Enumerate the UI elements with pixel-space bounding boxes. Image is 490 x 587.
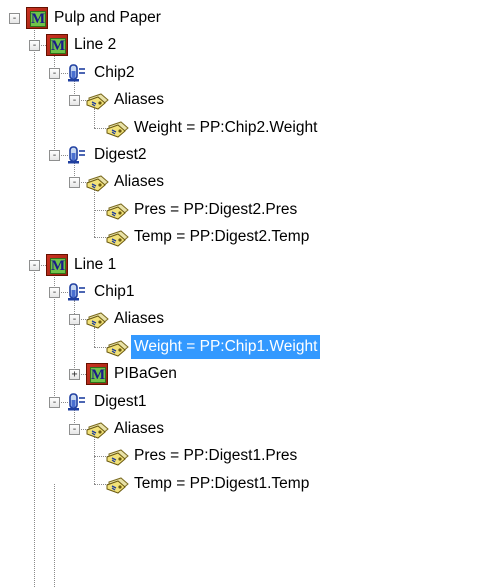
minus-icon: - [31, 40, 38, 52]
alias-tag-icon [106, 226, 129, 248]
minus-icon: - [51, 150, 58, 161]
module-icon: M [46, 253, 68, 276]
collapse-toggle[interactable]: - [69, 314, 80, 326]
tree-node-label-aliases[interactable]: Aliases [111, 307, 167, 331]
tree-node-label-aliases[interactable]: Aliases [111, 170, 167, 194]
tree-node-label-temp-pp-digest2-temp[interactable]: Temp = PP:Digest2.Temp [131, 225, 312, 249]
tree-node-label-pulp-and-paper[interactable]: Pulp and Paper [51, 6, 164, 30]
minus-icon: - [71, 424, 78, 435]
collapse-toggle[interactable]: - [29, 259, 40, 271]
tree-node-label-chip2[interactable]: Chip2 [91, 61, 138, 85]
tree-node-label-digest1[interactable]: Digest1 [91, 390, 150, 414]
tree-node-label-temp-pp-digest1-temp[interactable]: Temp = PP:Digest1.Temp [131, 472, 312, 496]
tree-node[interactable]: Weight = PP:Chip1.Weight [0, 334, 490, 363]
plus-icon: + [71, 369, 78, 381]
unit-icon [66, 281, 88, 303]
tree-node-label-pres-pp-digest1-pres[interactable]: Pres = PP:Digest1.Pres [131, 444, 300, 468]
alias-tag-icon [106, 117, 129, 139]
tree-node-label-weight-pp-chip1-weight[interactable]: Weight = PP:Chip1.Weight [131, 334, 321, 359]
unit-icon [66, 144, 88, 166]
tree-node[interactable]: Temp = PP:Digest1.Temp [0, 472, 490, 500]
minus-icon: - [51, 67, 58, 79]
collapse-toggle[interactable]: - [49, 396, 60, 408]
minus-icon: - [51, 287, 58, 298]
module-icon: M [46, 34, 68, 57]
hierarchy-tree[interactable]: - M Pulp and Paper - M Line 2- Chip2- Aliases We… [0, 0, 490, 587]
tree-node[interactable]: - Digest2 [0, 143, 490, 171]
tree-node-label-line-1[interactable]: Line 1 [71, 253, 119, 277]
tree-node[interactable]: - M Line 2 [0, 33, 490, 61]
minus-icon: - [71, 314, 78, 326]
tree-node[interactable]: - Aliases [0, 417, 490, 445]
tree-node[interactable]: - Digest1 [0, 390, 490, 418]
collapse-toggle[interactable]: - [49, 150, 60, 161]
minus-icon: - [31, 259, 38, 271]
alias-tag-icon [86, 418, 109, 440]
tree-node[interactable]: - Chip1 [0, 280, 490, 308]
tree-node[interactable]: Pres = PP:Digest1.Pres [0, 444, 490, 472]
collapse-toggle[interactable]: - [69, 95, 80, 107]
collapse-toggle[interactable]: - [9, 13, 20, 24]
module-letter-icon: M [90, 367, 106, 384]
alias-tag-icon [106, 336, 129, 358]
collapse-toggle[interactable]: - [69, 424, 80, 435]
minus-icon: - [51, 396, 58, 408]
tree-node[interactable]: - Aliases [0, 307, 490, 335]
minus-icon: - [71, 177, 78, 189]
tree-node[interactable]: - Chip2 [0, 61, 490, 89]
unit-icon [66, 391, 88, 413]
alias-tag-icon [106, 473, 129, 495]
tree-node[interactable]: - M Line 1 [0, 253, 490, 281]
collapse-toggle[interactable]: - [69, 177, 80, 189]
tree-node-label-digest2[interactable]: Digest2 [91, 143, 150, 167]
tree-node[interactable]: Pres = PP:Digest2.Pres [0, 198, 490, 226]
module-letter-icon: M [30, 11, 46, 27]
minus-icon: - [71, 95, 78, 107]
tree-node-label-pibagen[interactable]: PIBaGen [111, 362, 180, 386]
tree-node[interactable]: - Aliases [0, 170, 490, 198]
collapse-toggle[interactable]: - [29, 40, 40, 52]
tree-node-label-chip1[interactable]: Chip1 [91, 280, 138, 304]
tree-node-label-aliases[interactable]: Aliases [111, 417, 167, 441]
minus-icon: - [11, 13, 18, 24]
expand-toggle[interactable]: + [69, 369, 80, 381]
alias-tag-icon [86, 308, 109, 330]
tree-node[interactable]: Temp = PP:Digest2.Temp [0, 225, 490, 253]
tree-node-label-pres-pp-digest2-pres[interactable]: Pres = PP:Digest2.Pres [131, 198, 300, 222]
unit-icon [66, 62, 88, 84]
tree-node-label-line-2[interactable]: Line 2 [71, 33, 119, 57]
module-letter-icon: M [50, 257, 66, 274]
tree-node[interactable]: + M PIBaGen [0, 362, 490, 390]
alias-tag-icon [106, 199, 129, 221]
alias-tag-icon [86, 171, 109, 193]
tree-node[interactable]: Weight = PP:Chip2.Weight [0, 116, 490, 144]
collapse-toggle[interactable]: - [49, 287, 60, 298]
tree-node[interactable]: - M Pulp and Paper [0, 6, 490, 34]
module-letter-icon: M [50, 38, 66, 55]
collapse-toggle[interactable]: - [49, 67, 60, 79]
tree-node[interactable]: - Aliases [0, 88, 490, 116]
alias-tag-icon [86, 89, 109, 111]
alias-tag-icon [106, 445, 129, 467]
tree-node-label-aliases[interactable]: Aliases [111, 88, 167, 112]
module-icon: M [26, 7, 48, 29]
tree-node-label-weight-pp-chip2-weight[interactable]: Weight = PP:Chip2.Weight [131, 116, 320, 140]
module-icon: M [86, 363, 108, 386]
